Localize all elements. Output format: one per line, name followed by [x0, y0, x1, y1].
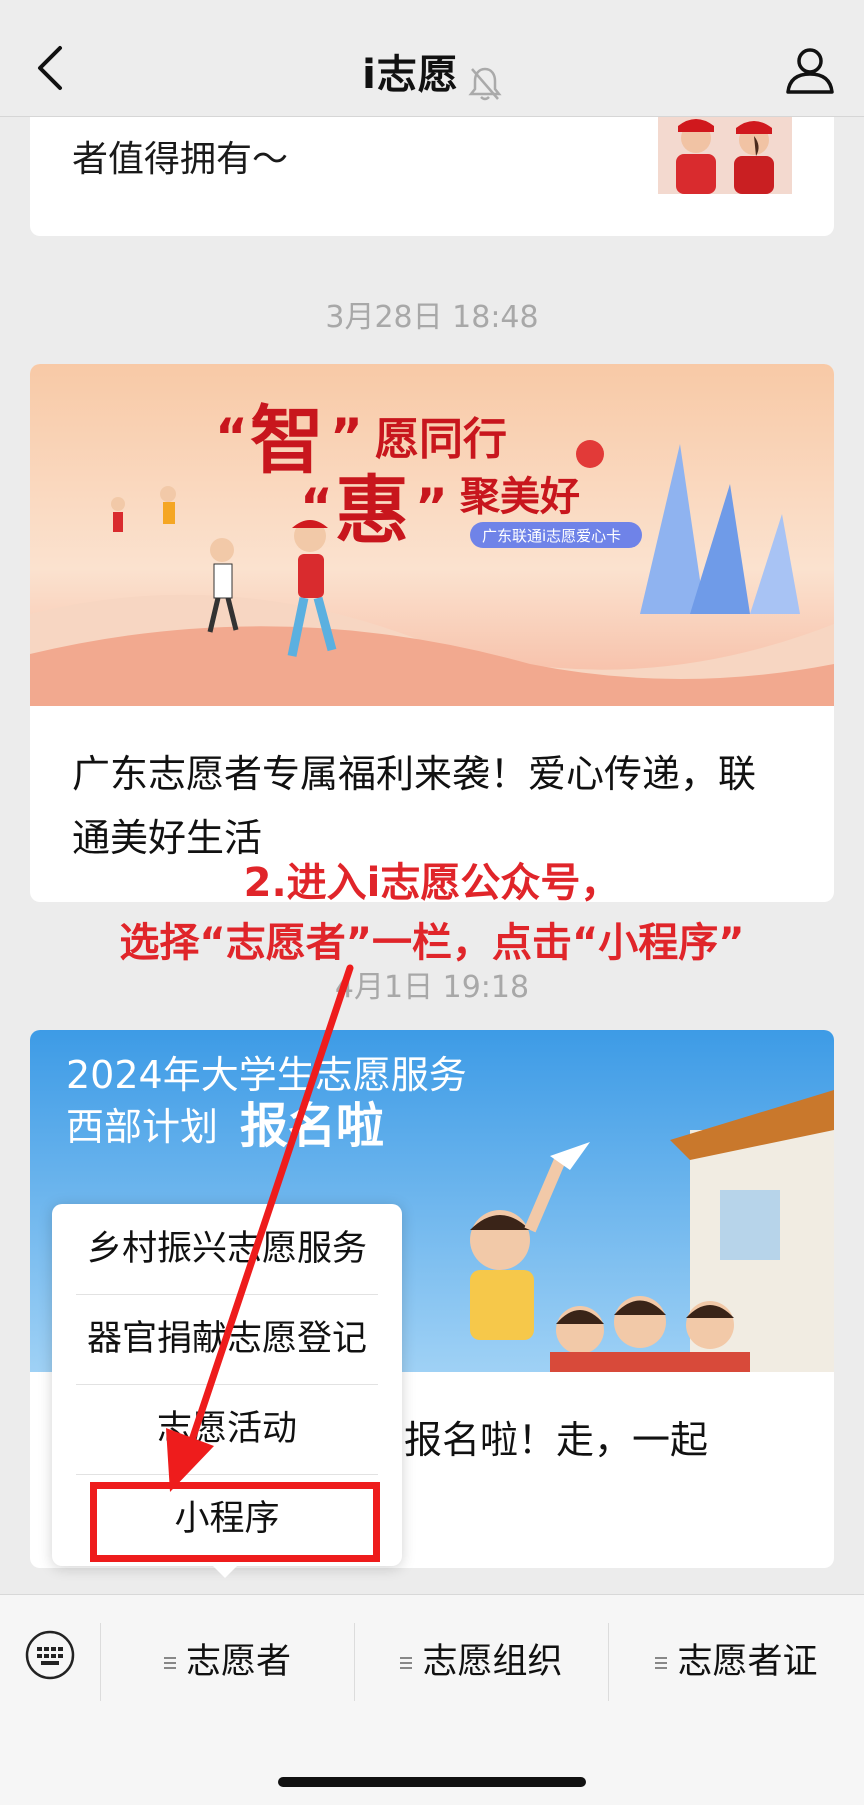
popup-item-rural-volunteer[interactable]: 乡村振兴志愿服务	[76, 1204, 378, 1294]
article-thumbnail-1	[658, 116, 792, 194]
menu-lines-icon	[163, 1654, 176, 1672]
annotation-line-1: 2.进入i志愿公众号，	[243, 860, 621, 906]
banner-line1-tail: 愿同行	[375, 414, 507, 465]
menu-certificate-label: 志愿者证	[677, 1642, 818, 1682]
banner-quote-2: ”	[330, 408, 363, 466]
menu-volunteer[interactable]: 志愿者	[101, 1623, 354, 1701]
menu-organization-label: 志愿组织	[422, 1642, 563, 1682]
banner-line2-tail: 聚美好	[459, 474, 580, 520]
profile-icon[interactable]	[784, 44, 836, 96]
popup-item-organ-donation[interactable]: 器官捐献志愿登记	[76, 1294, 378, 1384]
banner-line2-bold: 报名啦	[240, 1098, 384, 1154]
popup-item-volunteer-activities[interactable]: 志愿活动	[76, 1384, 378, 1474]
article-title-3: 报名啦！走，一起	[404, 1418, 709, 1462]
annotation-line-2: 选择“志愿者”一栏，点击“小程序”	[119, 920, 745, 966]
page-title: i志愿	[362, 52, 459, 98]
article-card-1[interactable]: 者值得拥有～	[30, 116, 834, 236]
banner-quote-4: ”	[415, 478, 448, 536]
banner-badge: 广东联通i志愿爱心卡	[482, 527, 621, 545]
banner-line1: 2024年大学生志愿服务	[66, 1053, 467, 1097]
top-nav-bar: i志愿	[0, 0, 864, 117]
bottom-menu-bar: 志愿者 志愿组织 志愿者证	[0, 1594, 864, 1805]
menu-volunteer-certificate[interactable]: 志愿者证	[609, 1623, 864, 1701]
keyboard-icon[interactable]	[24, 1629, 76, 1681]
banner-quote-1: “	[215, 408, 248, 466]
article-banner-image-2: “ 智 ” 愿同行 “ 惠 ” 聚美好 广东联通i志愿爱心卡	[30, 364, 834, 706]
menu-lines-icon	[655, 1654, 668, 1672]
highlight-box	[90, 1482, 380, 1562]
menu-volunteer-label: 志愿者	[185, 1642, 291, 1682]
home-indicator	[278, 1777, 586, 1787]
timestamp: 4月1日 19:18	[334, 970, 530, 1005]
banner-zhi: 智	[250, 398, 324, 484]
menu-volunteer-organization[interactable]: 志愿组织	[355, 1623, 608, 1701]
banner-line2: 西部计划	[66, 1105, 218, 1149]
title-area: i志愿	[0, 42, 864, 103]
menu-lines-icon	[400, 1654, 413, 1672]
mute-bell-icon	[468, 67, 502, 100]
article-card-2[interactable]: “ 智 ” 愿同行 “ 惠 ” 聚美好 广东联通i志愿爱心卡 广东志愿者专属福利…	[30, 364, 834, 902]
timestamp: 3月28日 18:48	[325, 300, 539, 335]
popup-pointer	[212, 1565, 238, 1578]
article-title-1: 者值得拥有～	[72, 139, 289, 180]
banner-hui: 惠	[335, 468, 409, 554]
